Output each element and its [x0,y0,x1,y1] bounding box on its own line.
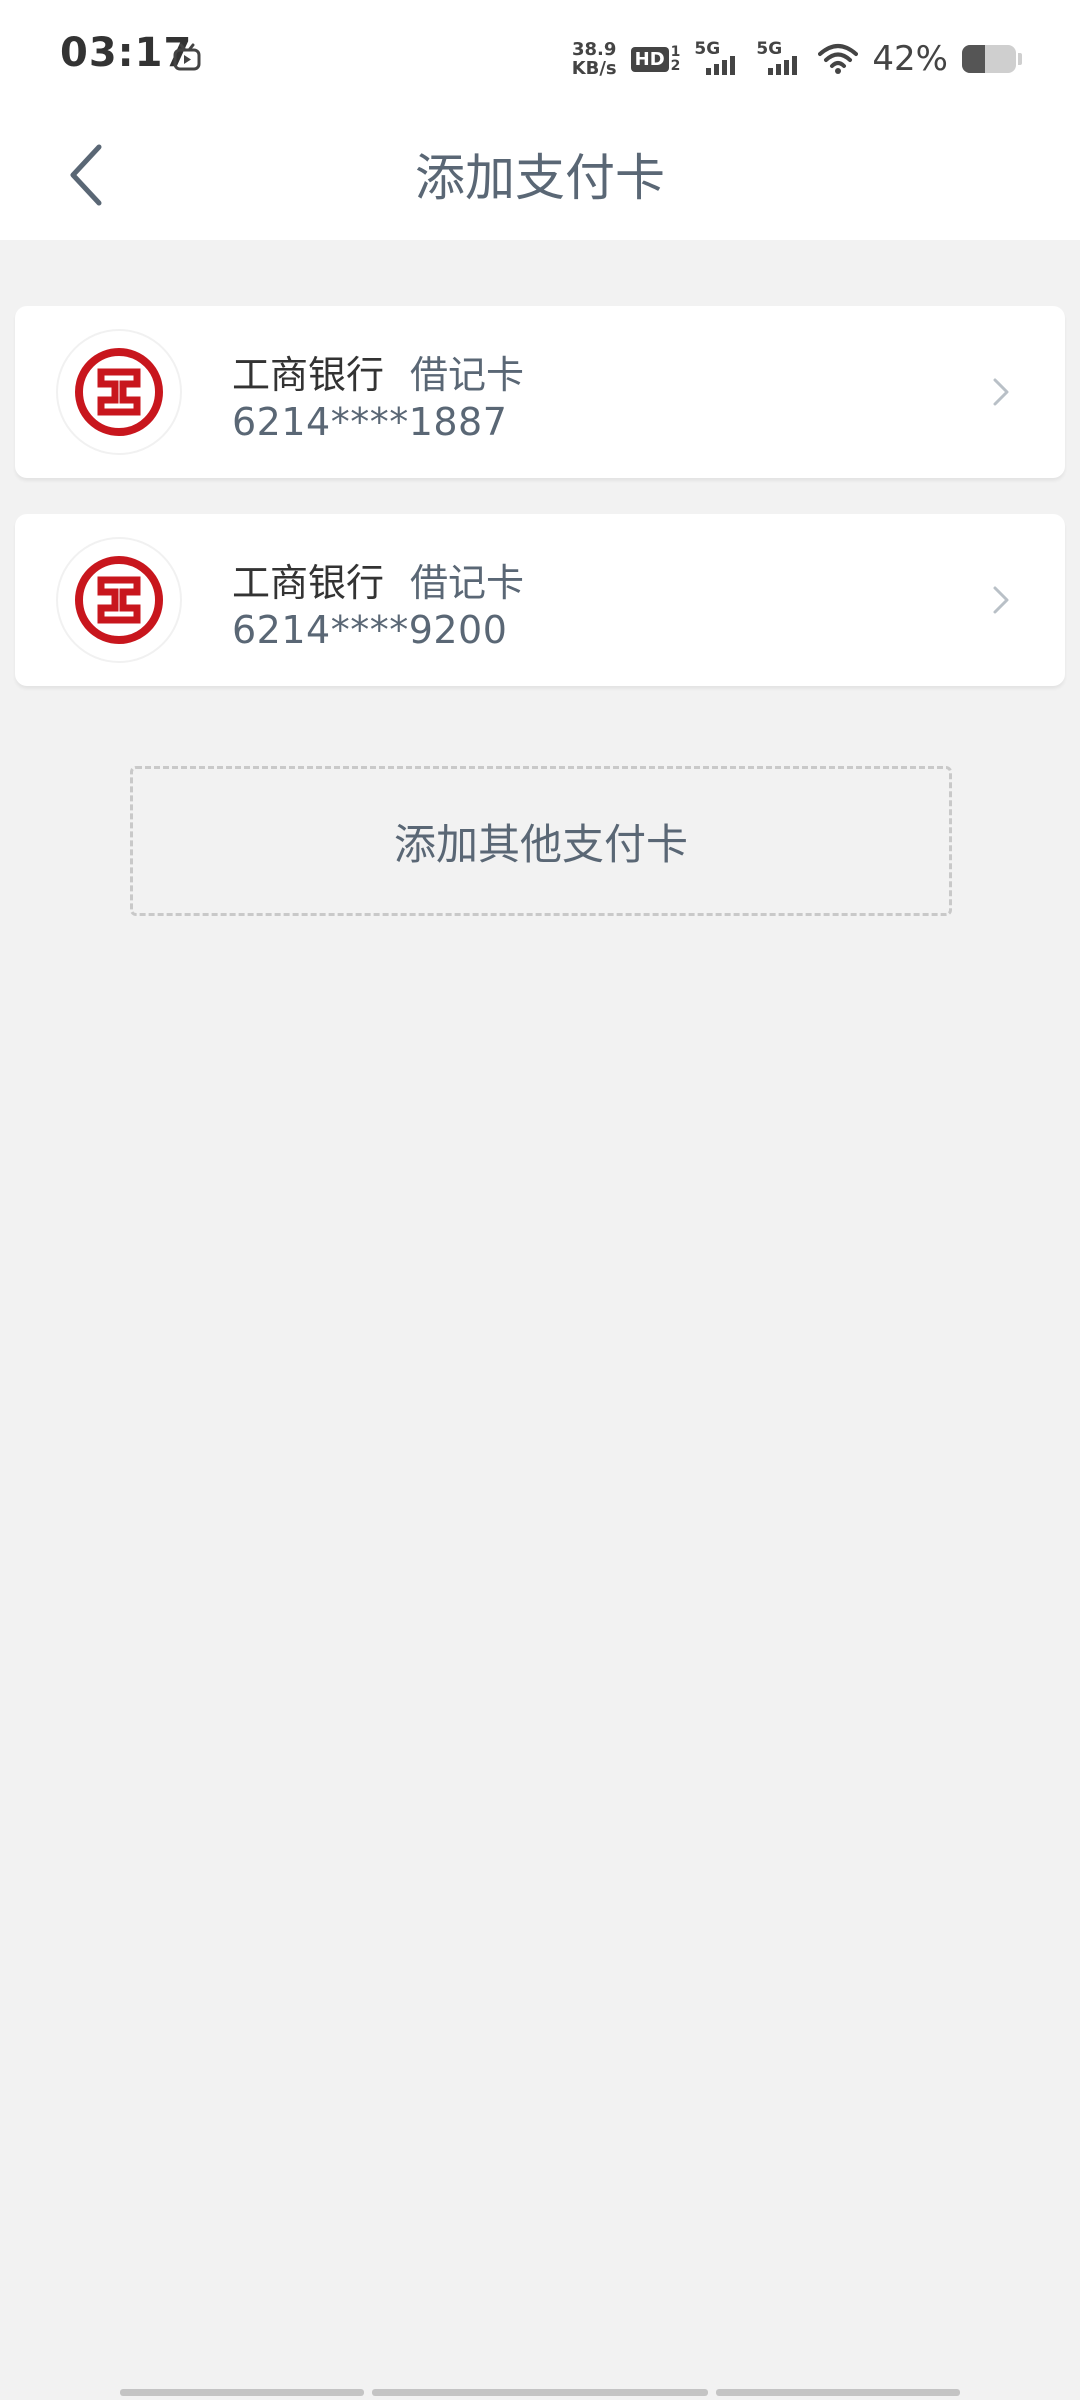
card-title-row: 工商银行 借记卡 [232,552,524,607]
bank-card-item[interactable]: 工商银行 借记卡 6214****1887 [15,306,1065,478]
signal-icon: 5G [756,39,804,77]
add-other-card-button[interactable]: 添加其他支付卡 [130,766,952,916]
hd-sub-top: 1 [670,44,681,60]
hd-voice-icon: HD 1 2 [630,45,681,73]
hd-sub-bottom: 2 [670,58,681,74]
card-type: 借记卡 [410,353,525,397]
card-title-row: 工商银行 借记卡 [232,344,524,399]
net-speed-unit: KB/s [571,58,617,79]
tv-app-icon [173,43,201,71]
chevron-right-icon [993,378,1009,406]
battery-icon [962,45,1016,73]
battery-percent: 42% [872,39,948,79]
signal-1-label: 5G [694,39,721,59]
signal-icon: 5G [694,39,742,77]
hd-sub: 1 2 [671,45,681,73]
gesture-bar-segment [372,2389,708,2396]
chevron-right-icon [993,586,1009,614]
icbc-logo [58,331,180,453]
hd-label: HD [630,46,669,72]
battery-fill [962,45,985,73]
wifi-icon [818,44,859,74]
net-speed: 38.9 KB/s [572,40,617,78]
status-bar: 03:17 38.9 KB/s HD 1 2 5G 5G 42% [0,0,1080,110]
header: 添加支付卡 [0,110,1080,240]
battery-tip [1018,53,1022,65]
bank-name: 工商银行 [232,561,385,605]
gesture-bar-segment [120,2389,364,2396]
icbc-logo-mark [75,556,163,644]
bank-name: 工商银行 [232,353,385,397]
bank-card-item[interactable]: 工商银行 借记卡 6214****9200 [15,514,1065,686]
icbc-logo [58,539,180,661]
net-speed-value: 38.9 [571,39,617,60]
card-list: 工商银行 借记卡 6214****1887 工商银行 借记卡 6214****920… [15,306,1065,722]
icbc-logo-mark [75,348,163,436]
gesture-bar [120,2389,960,2396]
card-number: 6214****9200 [232,608,508,652]
card-number: 6214****1887 [232,400,508,444]
signal-2-label: 5G [756,39,783,59]
gesture-bar-segment [716,2389,960,2396]
card-type: 借记卡 [410,561,525,605]
page-title: 添加支付卡 [415,149,665,207]
status-icons: 38.9 KB/s HD 1 2 5G 5G 42% [572,34,1022,84]
